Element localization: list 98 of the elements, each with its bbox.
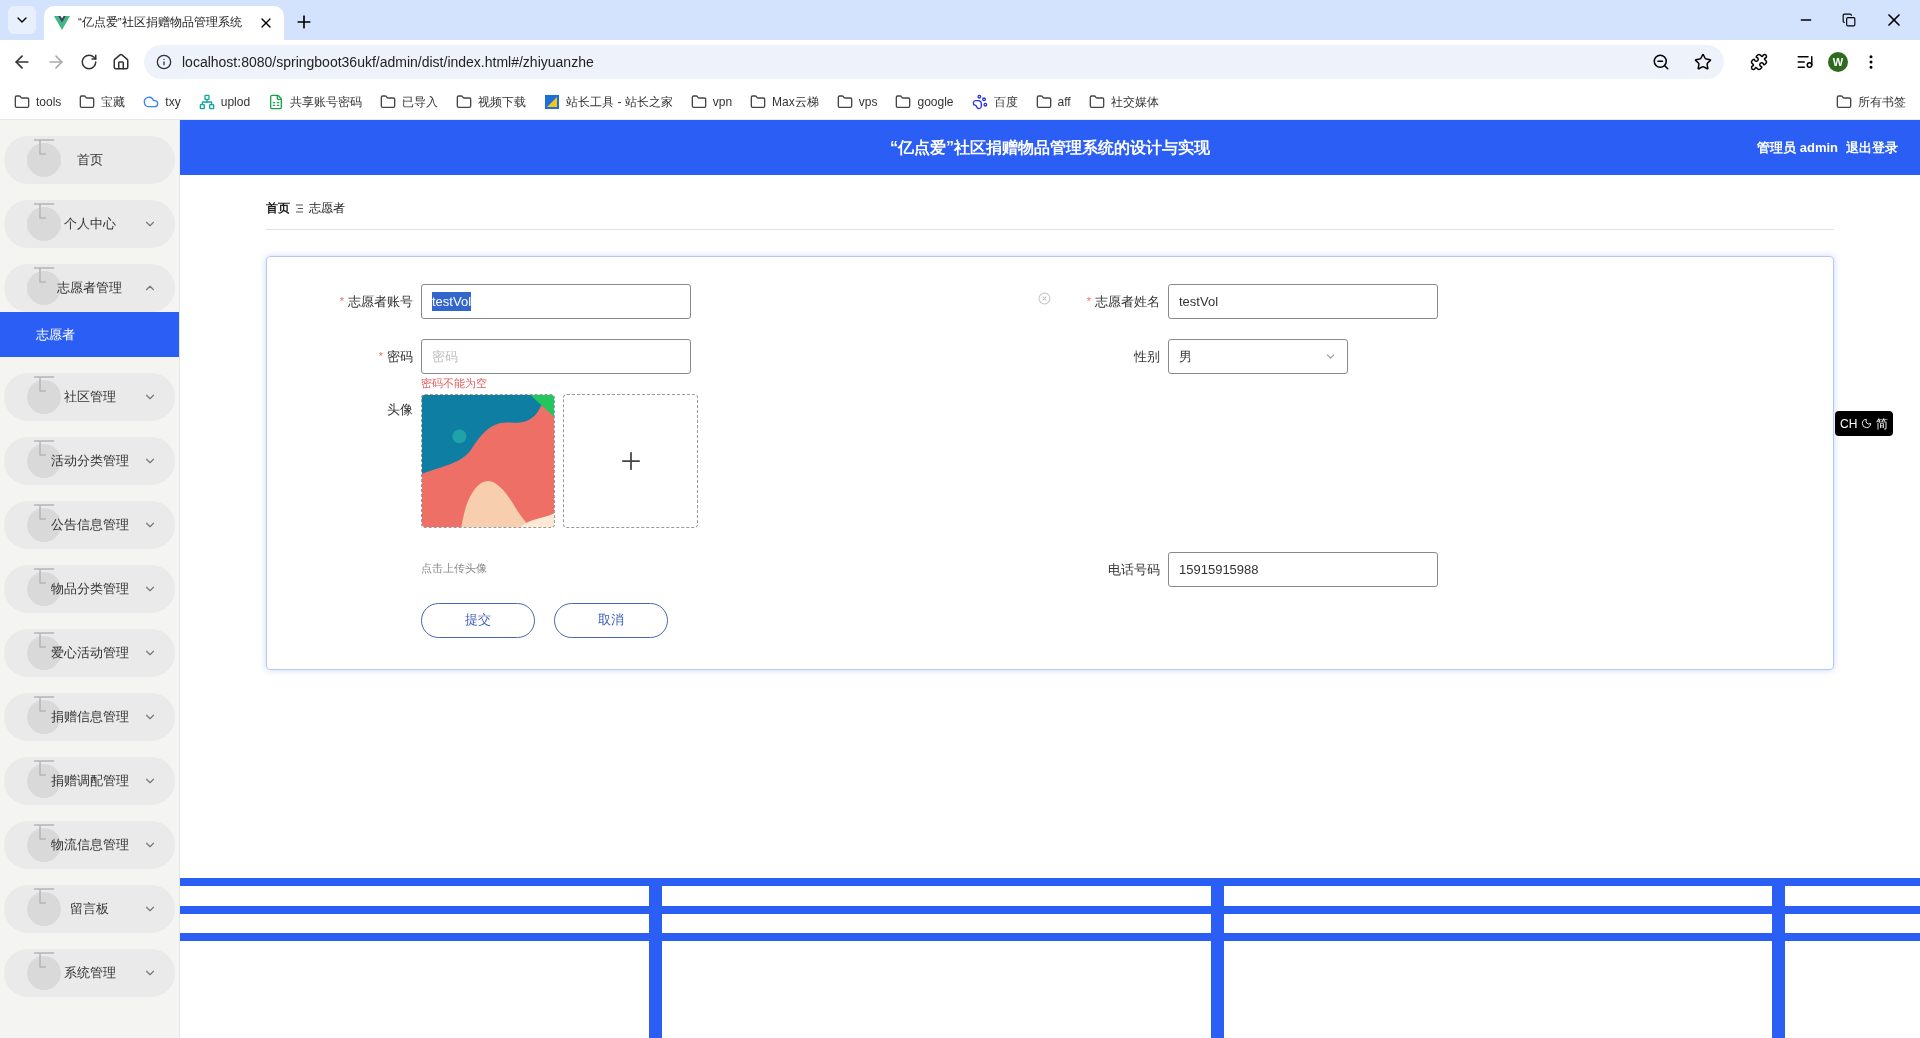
sidebar-item[interactable]: 社区管理	[4, 373, 175, 421]
bookmark-link[interactable]: vps	[858, 92, 878, 111]
v-logo-icon	[54, 16, 70, 30]
required-mark: *	[378, 349, 383, 365]
breadcrumb-item[interactable]: 首页	[266, 199, 290, 217]
circle-icon	[26, 439, 62, 479]
bookmark-link[interactable]: 共享账号密码	[290, 92, 363, 111]
media-icon[interactable]	[1796, 53, 1814, 71]
home-icon[interactable]	[112, 53, 130, 71]
bookmark-link[interactable]: aff	[1057, 92, 1071, 111]
sidebar-subitem[interactable]: 志愿者	[0, 312, 179, 357]
sidebar-item[interactable]: 物品分类管理	[4, 565, 175, 613]
sidebar-item[interactable]: 留言板	[4, 885, 175, 933]
field-label: 性别	[1134, 347, 1160, 366]
cancel-button[interactable]: 取消	[554, 602, 668, 638]
folder-icon	[1035, 93, 1052, 110]
url-text: localhost:8080/springboot36ukf/admin/dist/index.html#/zhiyuanzhe	[182, 52, 595, 72]
bookmark-link[interactable]: tools	[36, 92, 62, 111]
zoom-icon[interactable]	[1652, 53, 1670, 71]
sidebar-item[interactable]: 活动分类管理	[4, 437, 175, 485]
folder-icon	[895, 93, 912, 110]
circle-icon	[26, 823, 62, 863]
circle-icon	[26, 695, 62, 735]
circle-icon	[26, 759, 62, 799]
browser-tab[interactable]: “亿点爱”社区捐赠物品管理系统	[44, 6, 284, 40]
tab-title: “亿点爱”社区捐赠物品管理系统	[78, 15, 243, 31]
folder-icon	[380, 93, 397, 110]
folder-icon	[14, 93, 30, 110]
folder-icon	[79, 93, 96, 110]
sidebar-item[interactable]: 个人中心	[4, 200, 175, 248]
sidebar-item[interactable]: 志愿者管理	[4, 264, 175, 312]
sidebar-item[interactable]: 系统管理	[4, 949, 175, 997]
profile-avatar[interactable]: W	[1828, 52, 1848, 72]
bookmark-link[interactable]: vpn	[712, 92, 733, 111]
sidebar-item[interactable]: 物流信息管理	[4, 821, 175, 869]
bookmark-link[interactable]: Max云梯	[772, 92, 819, 111]
sidebar-item[interactable]: 捐赠信息管理	[4, 693, 175, 741]
select-value: 男	[1179, 347, 1192, 366]
folder-icon	[456, 93, 473, 110]
required-mark: *	[1086, 294, 1091, 310]
bookmark-link[interactable]: 视频下载	[478, 92, 527, 111]
name-field[interactable]: testVol	[1168, 284, 1438, 319]
breadcrumb-item: 志愿者	[309, 200, 345, 217]
paw-icon	[971, 93, 988, 110]
circle-icon	[26, 887, 62, 927]
required-mark: *	[339, 294, 344, 310]
password-field[interactable]: 密码	[421, 339, 691, 374]
ime-indicator: CH 简	[1835, 411, 1894, 436]
sidebar-item[interactable]: 捐赠调配管理	[4, 757, 175, 805]
phone-field[interactable]: 15915915988	[1168, 552, 1438, 587]
bookmark-link[interactable]: uplod	[220, 92, 251, 111]
logout-link[interactable]: 退出登录	[1846, 137, 1898, 158]
field-label: 志愿者账号	[348, 292, 413, 311]
spreadsheet-icon	[268, 93, 285, 110]
user-label: 管理员 admin	[1757, 138, 1838, 157]
address-bar[interactable]: localhost:8080/springboot36ukf/admin/dist/index.html#/zhiyuanzhe	[144, 45, 1724, 79]
separator-icon	[296, 203, 303, 213]
site-icon	[544, 93, 561, 110]
reload-icon[interactable]	[80, 53, 98, 71]
circle-icon	[26, 503, 62, 543]
circle-icon	[26, 951, 62, 991]
field-label: 电话号码	[1108, 560, 1160, 579]
circle-icon	[26, 375, 62, 415]
tab-search-button[interactable]	[8, 6, 36, 34]
bookmark-link[interactable]: google	[917, 92, 954, 111]
field-label: 头像	[387, 401, 413, 419]
extensions-icon[interactable]	[1750, 53, 1768, 71]
upload-hint: 点击上传头像	[421, 561, 488, 576]
network-icon	[198, 93, 215, 110]
folder-icon	[836, 93, 853, 110]
bookmark-link[interactable]: 所有书签	[1858, 92, 1906, 111]
bookmark-link[interactable]: 已导入	[402, 92, 439, 111]
submit-button[interactable]: 提交	[421, 602, 535, 638]
bookmark-link[interactable]: 站长工具 - 站长之家	[566, 92, 673, 111]
folder-icon	[690, 93, 707, 110]
restore-icon[interactable]	[1842, 13, 1856, 27]
circle-icon	[26, 567, 62, 607]
error-message: 密码不能为空	[421, 376, 488, 390]
info-icon[interactable]	[156, 54, 172, 70]
field-label: 志愿者姓名	[1095, 292, 1160, 311]
circle-icon	[26, 631, 62, 671]
field-label: 密码	[387, 347, 413, 366]
circle-icon	[26, 138, 62, 178]
folder-icon	[1836, 93, 1852, 110]
star-icon[interactable]	[1694, 53, 1712, 71]
bookmark-link[interactable]: 社交媒体	[1110, 92, 1159, 111]
header-title: “亿点爱”社区捐赠物品管理系统的设计与实现	[890, 137, 1210, 158]
circle-icon	[26, 202, 62, 242]
bookmark-link[interactable]: 宝藏	[101, 92, 126, 111]
sidebar-item[interactable]: 首页	[4, 136, 175, 184]
folder-icon	[750, 93, 767, 110]
sidebar-item[interactable]: 公告信息管理	[4, 501, 175, 549]
bookmark-link[interactable]: txy	[165, 92, 181, 111]
bookmark-link[interactable]: 百度	[993, 92, 1018, 111]
folder-icon	[1088, 93, 1105, 110]
gender-select[interactable]: 男	[1168, 339, 1348, 374]
sidebar-item[interactable]: 爱心活动管理	[4, 629, 175, 677]
account-field[interactable]: testVol	[421, 284, 691, 319]
